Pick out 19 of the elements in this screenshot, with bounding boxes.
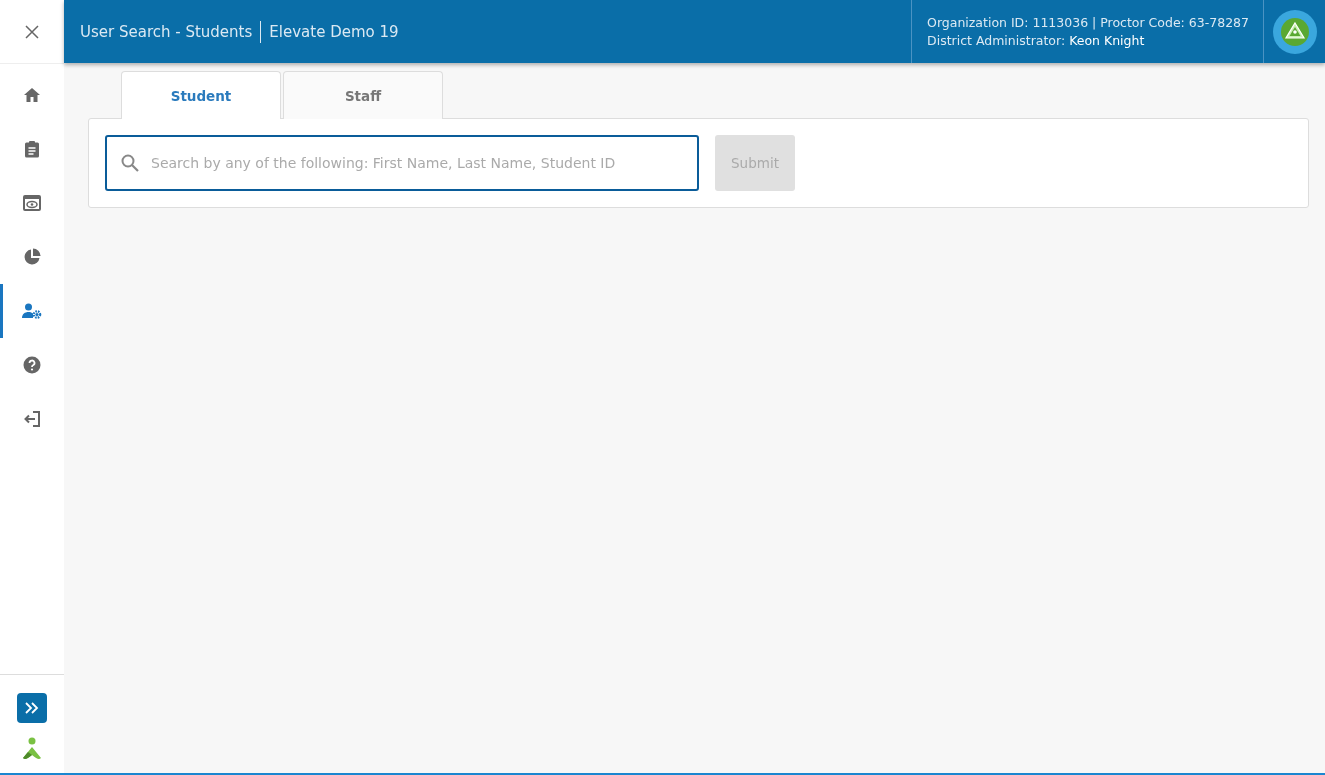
- expand-button[interactable]: [17, 693, 47, 723]
- page-title: User Search - Students: [80, 22, 253, 41]
- user-settings-icon: [22, 303, 42, 319]
- user-name: Keon Knight: [1069, 33, 1145, 48]
- role-label: District Administrator:: [927, 33, 1066, 48]
- pie-chart-icon: [23, 248, 41, 266]
- logo-icon: [21, 737, 43, 761]
- organization-info: Organization ID: 1113036 | Proctor Code: 63-78287: [927, 15, 1249, 30]
- search-icon: [121, 154, 139, 172]
- organization-name: Elevate Demo 19: [269, 22, 399, 41]
- home-icon: [23, 87, 41, 103]
- help-icon: [23, 356, 41, 374]
- search-field[interactable]: Search by any of the following: First Name, Last Name, Student ID: [105, 135, 699, 191]
- double-chevron-icon: [24, 702, 40, 714]
- preview-icon: [23, 195, 41, 211]
- clipboard-icon: [24, 140, 40, 158]
- tab[interactable]: Staff: [283, 71, 443, 119]
- logout-icon: [23, 410, 41, 428]
- tab[interactable]: Student: [121, 71, 281, 119]
